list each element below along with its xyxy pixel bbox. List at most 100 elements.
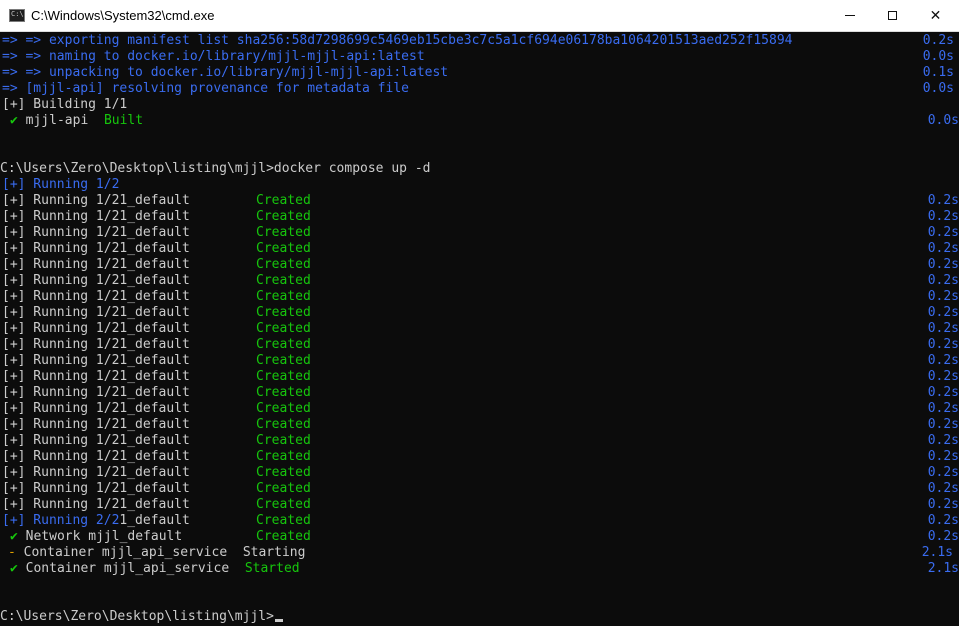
running-line: [+] Running 1/21_default Created 0.2s (0, 369, 959, 385)
running-line-time: 0.2s (927, 273, 959, 288)
dash-icon: - (8, 545, 16, 560)
running-line-status: Created (256, 289, 311, 304)
running-line: [+] Running 1/21_default Created 0.2s (0, 417, 959, 433)
running-header-text: [+] Running 1/2 (2, 177, 120, 192)
running-line: [+] Running 1/21_default Created 0.2s (0, 401, 959, 417)
running-line-status: Created (256, 353, 311, 368)
cmd-window: C:\ C:\Windows\System32\cmd.exe ✕ => => … (0, 0, 959, 626)
network-status: Created (256, 529, 311, 544)
running-line-text: [+] Running 1/21_default (2, 305, 190, 320)
running-line: [+] Running 1/21_default Created 0.2s (0, 449, 959, 465)
build-line-text: => => unpacking to docker.io/library/mjj… (2, 65, 449, 80)
starting-line: - Container mjjl_api_service Starting 2.… (0, 545, 959, 561)
maximize-button[interactable] (869, 0, 916, 31)
running-final-suffix: 1_default (119, 513, 190, 528)
running-line: [+] Running 1/21_default Created 0.2s (0, 465, 959, 481)
build-line: => => naming to docker.io/library/mjjl-m… (0, 49, 959, 65)
running-line-time: 0.2s (927, 481, 959, 496)
close-icon: ✕ (929, 7, 942, 24)
close-button[interactable]: ✕ (912, 0, 959, 31)
running-line-text: [+] Running 1/21_default (2, 481, 190, 496)
running-line-status: Created (256, 449, 311, 464)
running-line: [+] Running 1/21_default Created 0.2s (0, 289, 959, 305)
running-line-time: 0.2s (927, 417, 959, 432)
built-line: ✔ mjjl-api Built 0.0s (0, 113, 959, 129)
running-line-status: Created (256, 417, 311, 432)
started-text: Container mjjl_api_service (25, 561, 230, 576)
compose-command-line: C:\Users\Zero\Desktop\listing\mjjl>docke… (0, 161, 959, 177)
check-icon: ✔ (10, 113, 18, 128)
build-line: => => unpacking to docker.io/library/mjj… (0, 65, 959, 81)
running-line-status: Created (256, 225, 311, 240)
running-line: [+] Running 1/21_default Created 0.2s (0, 225, 959, 241)
build-line-text: => => exporting manifest list sha256:58d… (2, 33, 793, 48)
running-line-text: [+] Running 1/21_default (2, 401, 190, 416)
running-line: [+] Running 1/21_default Created 0.2s (0, 305, 959, 321)
running-line-time: 0.2s (927, 353, 959, 368)
built-time: 0.0s (927, 113, 959, 128)
running-line: [+] Running 1/21_default Created 0.2s (0, 257, 959, 273)
minimize-button[interactable] (826, 0, 873, 31)
built-service-name: mjjl-api (25, 113, 89, 128)
running-line-status: Created (256, 401, 311, 416)
build-line: => => exporting manifest list sha256:58d… (0, 33, 959, 49)
starting-status: Starting (242, 545, 306, 560)
build-line-time: 0.0s (922, 49, 954, 64)
running-line-status: Created (256, 481, 311, 496)
window-title: C:\Windows\System32\cmd.exe (31, 8, 215, 23)
running-line-time: 0.2s (927, 241, 959, 256)
running-line-status: Created (256, 337, 311, 352)
running-line-text: [+] Running 1/21_default (2, 385, 190, 400)
running-final-prefix: [+] Running 2/2 (2, 513, 120, 528)
running-final-line: [+] Running 2/21_default Created 0.2s (0, 513, 959, 529)
check-icon: ✔ (10, 529, 18, 544)
cmd-icon-text: C:\ (11, 10, 24, 18)
final-prompt-line[interactable]: C:\Users\Zero\Desktop\listing\mjjl> (0, 609, 959, 625)
running-line: [+] Running 1/21_default Created 0.2s (0, 481, 959, 497)
running-line-time: 0.2s (927, 433, 959, 448)
running-line-text: [+] Running 1/21_default (2, 241, 190, 256)
running-final-time: 0.2s (927, 513, 959, 528)
network-text: Network mjjl_default (25, 529, 183, 544)
running-line-time: 0.2s (927, 321, 959, 336)
maximize-icon (888, 11, 897, 20)
running-line-status: Created (256, 369, 311, 384)
running-line: [+] Running 1/21_default Created 0.2s (0, 241, 959, 257)
running-line-text: [+] Running 1/21_default (2, 209, 190, 224)
running-line: [+] Running 1/21_default Created 0.2s (0, 193, 959, 209)
running-header-line: [+] Running 1/2 (0, 177, 959, 193)
cursor (274, 619, 283, 622)
running-line-time: 0.2s (927, 385, 959, 400)
build-line-time: 0.1s (922, 65, 954, 80)
cmd-app-icon[interactable]: C:\ (9, 9, 25, 22)
running-line-time: 0.2s (927, 257, 959, 272)
minimize-icon (844, 15, 855, 16)
started-line: ✔ Container mjjl_api_service Started 2.1… (0, 561, 959, 577)
running-line: [+] Running 1/21_default Created 0.2s (0, 337, 959, 353)
running-line-status: Created (256, 433, 311, 448)
build-line-time: 0.0s (922, 81, 954, 96)
running-line-time: 0.2s (927, 497, 959, 512)
running-line-status: Created (256, 321, 311, 336)
running-line: [+] Running 1/21_default Created 0.2s (0, 385, 959, 401)
running-line-text: [+] Running 1/21_default (2, 337, 190, 352)
title-bar[interactable]: C:\ C:\Windows\System32\cmd.exe ✕ (0, 0, 959, 32)
running-line-status: Created (256, 465, 311, 480)
running-line: [+] Running 1/21_default Created 0.2s (0, 497, 959, 513)
network-time: 0.2s (927, 529, 959, 544)
build-line-text: => => naming to docker.io/library/mjjl-m… (2, 49, 425, 64)
running-line-status: Created (256, 193, 311, 208)
running-line: [+] Running 1/21_default Created 0.2s (0, 353, 959, 369)
running-line-time: 0.2s (927, 193, 959, 208)
running-line-text: [+] Running 1/21_default (2, 273, 190, 288)
running-line-text: [+] Running 1/21_default (2, 289, 190, 304)
running-line-status: Created (256, 305, 311, 320)
running-line-status: Created (256, 273, 311, 288)
running-line-text: [+] Running 1/21_default (2, 257, 190, 272)
running-line-text: [+] Running 1/21_default (2, 369, 190, 384)
starting-time: 2.1s (921, 545, 953, 560)
build-line-text: => [mjjl-api] resolving provenance for m… (2, 81, 409, 96)
running-line: [+] Running 1/21_default Created 0.2s (0, 273, 959, 289)
running-line-status: Created (256, 497, 311, 512)
terminal-output[interactable]: => => exporting manifest list sha256:58d… (0, 32, 959, 626)
